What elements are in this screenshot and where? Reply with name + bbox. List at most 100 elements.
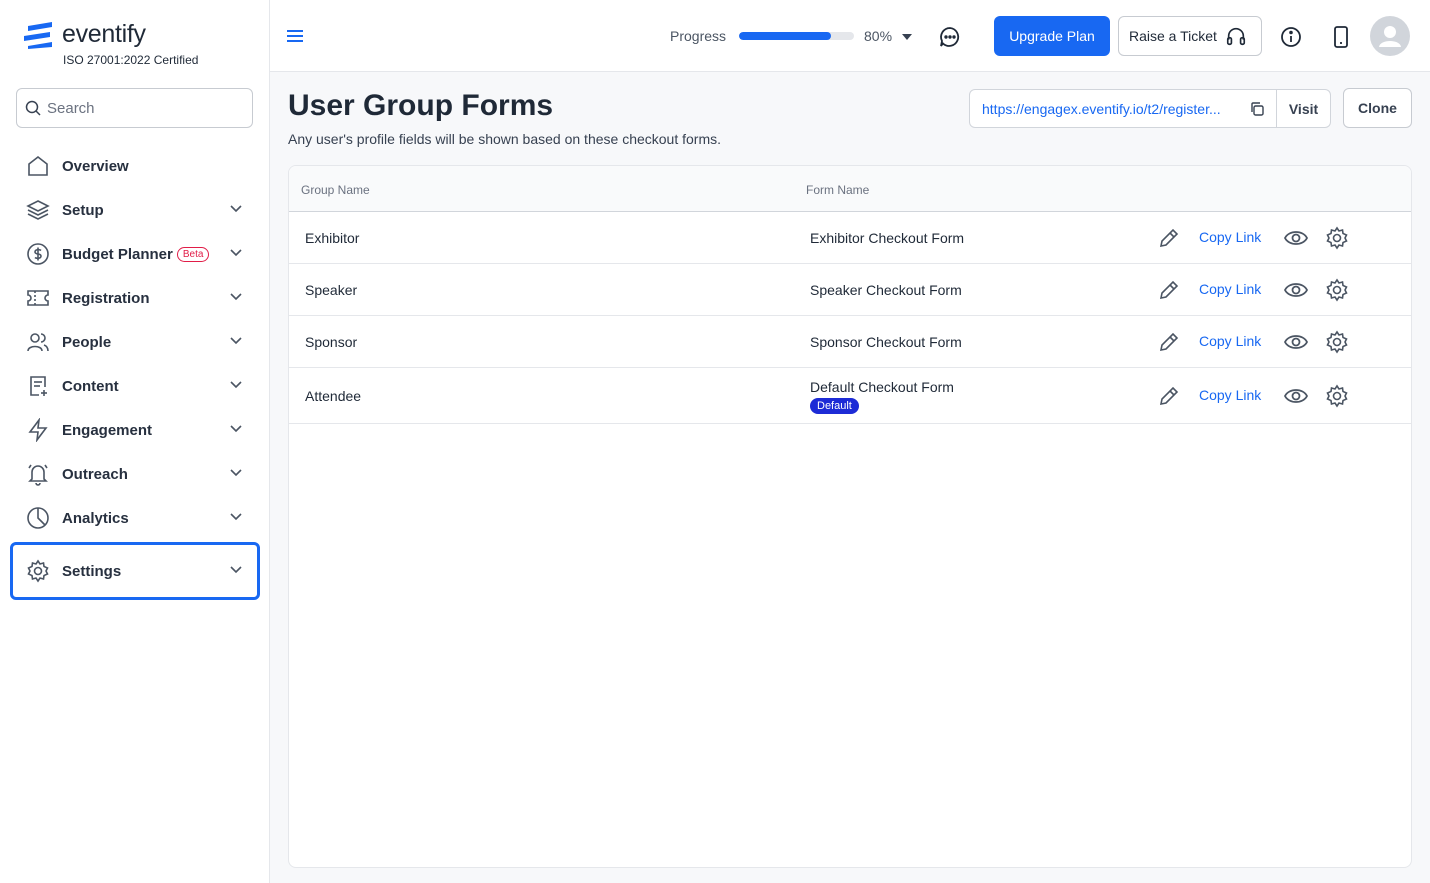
- copy-link-button[interactable]: Copy Link: [1199, 387, 1261, 403]
- chevron-down-icon: [230, 337, 242, 345]
- chevron-down-icon: [230, 249, 242, 257]
- beta-badge: Beta: [176, 246, 210, 262]
- eye-icon[interactable]: [1284, 332, 1308, 352]
- sidebar-item-budget-planner[interactable]: Budget Planner Beta: [10, 232, 260, 276]
- caret-down-icon[interactable]: [902, 34, 912, 40]
- brand-name: eventify: [62, 20, 146, 48]
- sidebar-item-engagement[interactable]: Engagement: [10, 408, 260, 452]
- user-avatar[interactable]: [1370, 16, 1410, 56]
- search-icon: [25, 100, 41, 116]
- column-header-group-name: Group Name: [301, 183, 370, 197]
- form-name-cell: Sponsor Checkout Form: [810, 334, 962, 350]
- chevron-down-icon: [230, 469, 242, 477]
- table-row: Attendee Default Checkout Form Default C…: [289, 368, 1411, 424]
- copy-link-button[interactable]: Copy Link: [1199, 333, 1261, 349]
- copy-link-button[interactable]: Copy Link: [1199, 229, 1261, 245]
- sidebar-item-setup[interactable]: Setup: [10, 188, 260, 232]
- eye-icon[interactable]: [1284, 228, 1308, 248]
- upgrade-plan-button[interactable]: Upgrade Plan: [994, 16, 1110, 56]
- top-bar: Progress 80% Upgrade Plan Raise a Ticket: [270, 0, 1430, 72]
- column-header-form-name: Form Name: [806, 183, 870, 197]
- home-icon: [24, 152, 52, 180]
- default-badge: Default: [810, 398, 859, 414]
- copy-icon[interactable]: [1249, 101, 1265, 117]
- visit-button[interactable]: Visit: [1276, 90, 1330, 127]
- sidebar-item-label: Overview: [62, 157, 129, 175]
- pie-chart-icon: [24, 504, 52, 532]
- edit-pencil-icon[interactable]: [1158, 331, 1180, 353]
- layers-icon: [24, 196, 52, 224]
- raise-ticket-label: Raise a Ticket: [1129, 28, 1217, 44]
- sidebar-item-label: Settings: [62, 562, 122, 580]
- sidebar-item-label: Outreach: [62, 465, 128, 483]
- sidebar-nav: Overview Setup Budget Planner Beta Regis…: [10, 144, 260, 600]
- sidebar-item-people[interactable]: People: [10, 320, 260, 364]
- clone-button[interactable]: Clone: [1343, 88, 1412, 128]
- chat-icon[interactable]: [938, 25, 962, 49]
- hamburger-menu-icon[interactable]: [286, 26, 304, 46]
- gear-icon[interactable]: [1325, 384, 1349, 408]
- table-header: Group Name Form Name: [289, 166, 1411, 212]
- form-name-cell: Speaker Checkout Form: [810, 282, 962, 298]
- sidebar-item-label: Content: [62, 377, 119, 395]
- edit-pencil-icon[interactable]: [1158, 279, 1180, 301]
- gear-icon[interactable]: [1325, 330, 1349, 354]
- users-icon: [24, 328, 52, 356]
- edit-pencil-icon[interactable]: [1158, 227, 1180, 249]
- edit-pencil-icon[interactable]: [1158, 385, 1180, 407]
- sidebar-item-registration[interactable]: Registration: [10, 276, 260, 320]
- document-add-icon: [24, 372, 52, 400]
- progress-bar: [739, 32, 854, 40]
- group-name-cell: Speaker: [305, 282, 358, 298]
- eye-icon[interactable]: [1284, 386, 1308, 406]
- sidebar-item-overview[interactable]: Overview: [10, 144, 260, 188]
- table-row: Speaker Speaker Checkout Form Copy Link: [289, 264, 1411, 316]
- sidebar-item-outreach[interactable]: Outreach: [10, 452, 260, 496]
- user-group-forms-table: Group Name Form Name Exhibitor Exhibitor…: [288, 165, 1412, 868]
- mobile-icon[interactable]: [1332, 25, 1350, 49]
- chevron-down-icon: [230, 205, 242, 213]
- sidebar-item-label: Registration: [62, 289, 150, 307]
- sidebar-item-label: Engagement: [62, 421, 153, 439]
- page-subtitle: Any user's profile fields will be shown …: [288, 131, 722, 147]
- sidebar-item-settings[interactable]: Settings: [10, 542, 260, 600]
- user-icon: [1379, 26, 1401, 47]
- registration-url-box: https://engagex.eventify.io/t2/register.…: [969, 89, 1331, 128]
- progress-fill: [739, 32, 831, 40]
- sidebar-item-analytics[interactable]: Analytics: [10, 496, 260, 540]
- search-box[interactable]: [16, 88, 253, 128]
- sidebar-item-label: Setup: [62, 201, 104, 219]
- sidebar-item-label: People: [62, 333, 112, 351]
- form-name-cell: Default Checkout Form: [810, 379, 954, 395]
- sidebar-item-label: Analytics: [62, 509, 129, 527]
- form-name-cell: Exhibitor Checkout Form: [810, 230, 965, 246]
- gear-icon[interactable]: [1325, 226, 1349, 250]
- info-icon[interactable]: [1280, 26, 1302, 48]
- ticket-icon: [24, 284, 52, 312]
- chevron-down-icon: [230, 513, 242, 521]
- chevron-down-icon: [230, 425, 242, 433]
- progress-percentage: 80%: [864, 28, 893, 44]
- sidebar-item-content[interactable]: Content: [10, 364, 260, 408]
- table-row: Sponsor Sponsor Checkout Form Copy Link: [289, 316, 1411, 368]
- group-name-cell: Attendee: [305, 388, 362, 404]
- lightning-icon: [24, 416, 52, 444]
- chevron-down-icon: [230, 566, 242, 574]
- registration-url[interactable]: https://engagex.eventify.io/t2/register.…: [970, 101, 1245, 117]
- progress-label: Progress: [670, 28, 727, 44]
- gear-icon[interactable]: [1325, 278, 1349, 302]
- eye-icon[interactable]: [1284, 280, 1308, 300]
- dollar-icon: [24, 240, 52, 268]
- raise-ticket-button[interactable]: Raise a Ticket: [1118, 16, 1262, 56]
- chevron-down-icon: [230, 293, 242, 301]
- sidebar: eventify ISO 27001:2022 Certified Overvi…: [0, 0, 270, 883]
- search-input[interactable]: [47, 99, 237, 117]
- gear-icon: [24, 557, 52, 585]
- bell-icon: [24, 460, 52, 488]
- brand-logo[interactable]: eventify ISO 27001:2022 Certified: [24, 20, 198, 67]
- brand-certification: ISO 27001:2022 Certified: [63, 53, 199, 67]
- copy-link-button[interactable]: Copy Link: [1199, 281, 1261, 297]
- page-title: User Group Forms: [288, 89, 554, 122]
- group-name-cell: Exhibitor: [305, 230, 360, 246]
- group-name-cell: Sponsor: [305, 334, 358, 350]
